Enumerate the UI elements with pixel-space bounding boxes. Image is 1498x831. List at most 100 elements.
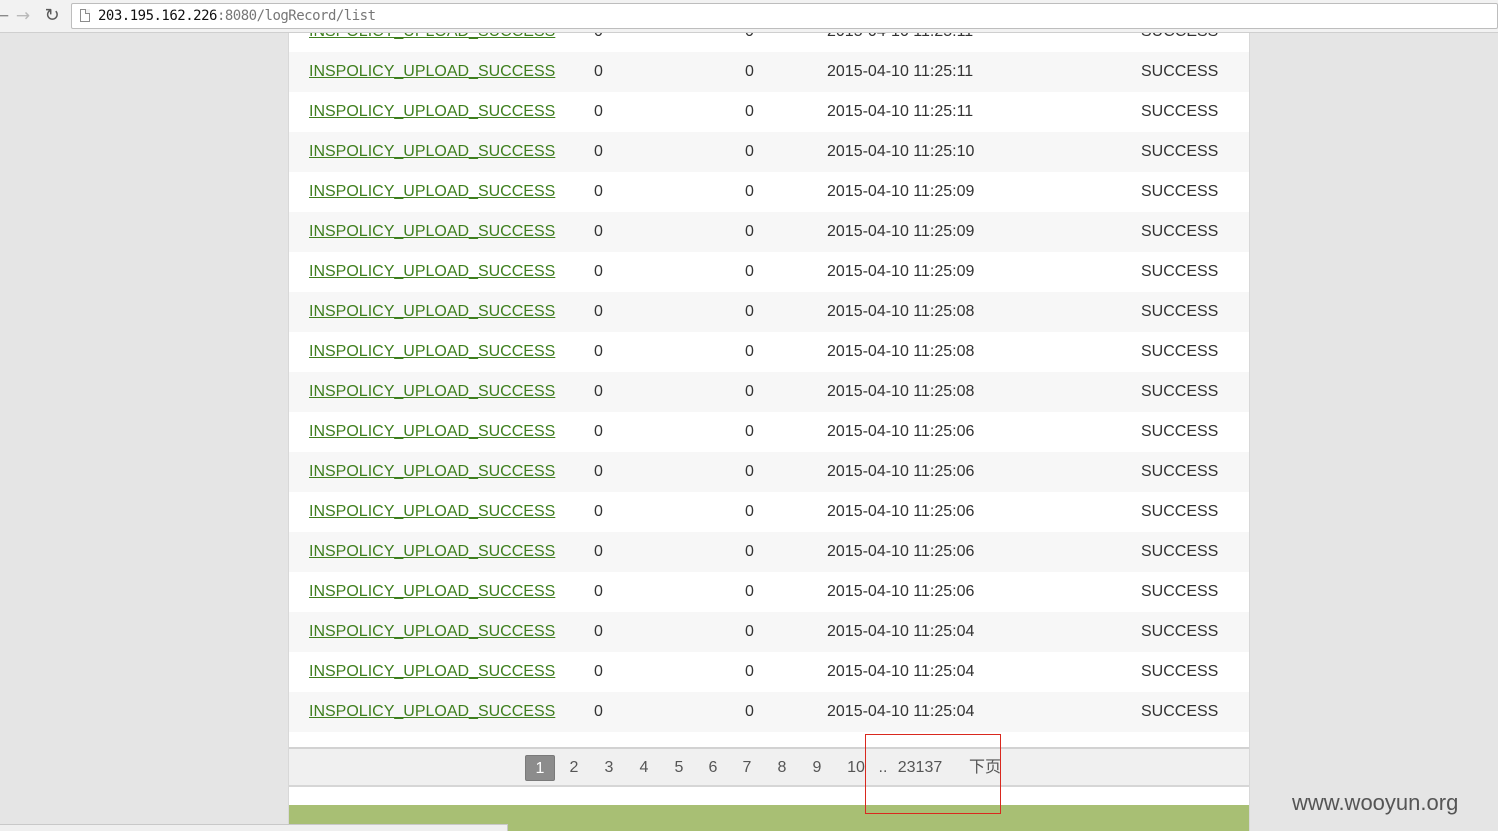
table-row: INSPOLICY_UPLOAD_SUCCESS 0 0 2015-04-10 11:… — [289, 52, 1249, 92]
log-type-link[interactable]: INSPOLICY_UPLOAD_SUCCESS — [309, 143, 555, 161]
count-b-cell: 0 — [745, 623, 754, 640]
count-b-cell: 0 — [745, 583, 754, 600]
timestamp-cell: 2015-04-10 11:25:09 — [827, 263, 975, 280]
log-type-link[interactable]: INSPOLICY_UPLOAD_SUCCESS — [309, 543, 555, 561]
page-link-1[interactable]: 1 — [525, 755, 555, 781]
table-row: INSPOLICY_UPLOAD_SUCCESS 0 0 2015-04-10 11:… — [289, 492, 1249, 532]
annotation-highlight-box — [865, 734, 1001, 814]
count-b-cell: 0 — [745, 63, 754, 80]
timestamp-cell: 2015-04-10 11:25:11 — [827, 103, 974, 120]
status-cell: SUCCESS — [1141, 423, 1219, 440]
table-row: INSPOLICY_UPLOAD_SUCCESS 0 0 2015-04-10 11:… — [289, 612, 1249, 652]
log-type-link[interactable]: INSPOLICY_UPLOAD_SUCCESS — [309, 63, 555, 81]
table-row: INSPOLICY_UPLOAD_SUCCESS 0 0 2015-04-10 11:… — [289, 132, 1249, 172]
status-cell: SUCCESS — [1141, 183, 1219, 200]
count-a-cell: 0 — [594, 183, 603, 200]
log-type-link[interactable]: INSPOLICY_UPLOAD_SUCCESS — [309, 583, 555, 601]
timestamp-cell: 2015-04-10 11:25:08 — [827, 383, 975, 400]
status-cell: SUCCESS — [1141, 503, 1219, 520]
count-a-cell: 0 — [594, 663, 603, 680]
status-cell: SUCCESS — [1141, 463, 1219, 480]
log-type-link[interactable]: INSPOLICY_UPLOAD_SUCCESS — [309, 103, 555, 121]
url-host: 203.195.162.226 — [98, 8, 217, 24]
page-icon — [80, 9, 90, 22]
table-row: INSPOLICY_UPLOAD_SUCCESS 0 0 2015-04-10 11:… — [289, 292, 1249, 332]
table-row: INSPOLICY_UPLOAD_SUCCESS 0 0 2015-04-10 11:… — [289, 92, 1249, 132]
timestamp-cell: 2015-04-10 11:25:04 — [827, 623, 975, 640]
table-row: INSPOLICY_UPLOAD_SUCCESS 0 0 2015-04-10 11:… — [289, 572, 1249, 612]
timestamp-cell: 2015-04-10 11:25:06 — [827, 503, 975, 520]
log-type-link[interactable]: INSPOLICY_UPLOAD_SUCCESS — [309, 463, 555, 481]
back-arrow-icon[interactable]: ← — [0, 6, 12, 26]
forward-arrow-icon[interactable]: → — [13, 6, 33, 26]
log-type-link[interactable]: INSPOLICY_UPLOAD_SUCCESS — [309, 223, 555, 241]
count-a-cell: 0 — [594, 463, 603, 480]
page-link-5[interactable]: 5 — [669, 755, 689, 781]
count-b-cell: 0 — [745, 463, 754, 480]
address-bar[interactable]: 203.195.162.226:8080/logRecord/list — [71, 3, 1498, 29]
count-a-cell: 0 — [594, 583, 603, 600]
timestamp-cell: 2015-04-10 11:25:08 — [827, 303, 975, 320]
watermark: www.wooyun.org — [1292, 790, 1459, 815]
page-link-3[interactable]: 3 — [599, 755, 619, 781]
count-b-cell: 0 — [745, 423, 754, 440]
count-b-cell: 0 — [745, 183, 754, 200]
page-link-4[interactable]: 4 — [634, 755, 654, 781]
status-cell: SUCCESS — [1141, 103, 1219, 120]
table-row: INSPOLICY_UPLOAD_SUCCESS 0 0 2015-04-10 11:… — [289, 692, 1249, 732]
status-cell: SUCCESS — [1141, 63, 1219, 80]
timestamp-cell: 2015-04-10 11:25:04 — [827, 663, 975, 680]
status-cell: SUCCESS — [1141, 263, 1219, 280]
status-cell: SUCCESS — [1141, 33, 1218, 41]
log-type-link[interactable]: INSPOLICY_UPLOAD_SUCCESS — [309, 623, 555, 641]
status-cell: SUCCESS — [1141, 303, 1219, 320]
timestamp-cell: 2015-04-10 11:25:06 — [827, 543, 975, 560]
browser-toolbar: ← → ↻ 203.195.162.226:8080/logRecord/lis… — [0, 0, 1498, 33]
count-a-cell: 0 — [594, 703, 603, 720]
log-type-link[interactable]: INSPOLICY_UPLOAD_SUCCESS — [309, 663, 555, 681]
count-b-cell: 0 — [745, 33, 754, 41]
timestamp-cell: 2015-04-10 11:25:11 — [827, 63, 974, 80]
count-a-cell: 0 — [594, 343, 603, 360]
log-type-link[interactable]: INSPOLICY_UPLOAD_SUCCESS — [309, 503, 555, 521]
status-cell: SUCCESS — [1141, 543, 1219, 560]
table-row: INSPOLICY_UPLOAD_SUCCESS 0 0 2015-04-10 11:… — [289, 412, 1249, 452]
count-a-cell: 0 — [594, 263, 603, 280]
status-cell: SUCCESS — [1141, 343, 1219, 360]
timestamp-cell: 2015-04-10 11:25:09 — [827, 183, 975, 200]
log-type-link[interactable]: INSPOLICY_UPLOAD_SUCCESS — [309, 343, 555, 361]
log-record-page: INSPOLICY_UPLOAD_SUCCESS 0 0 2015-04-10 11:… — [288, 33, 1250, 831]
status-cell: SUCCESS — [1141, 583, 1219, 600]
table-row: INSPOLICY_UPLOAD_SUCCESS 0 0 2015-04-10 11:… — [289, 33, 1249, 52]
count-a-cell: 0 — [594, 423, 603, 440]
page-link-6[interactable]: 6 — [703, 755, 723, 781]
count-b-cell: 0 — [745, 103, 754, 120]
page-link-2[interactable]: 2 — [564, 755, 584, 781]
count-a-cell: 0 — [594, 383, 603, 400]
log-type-link[interactable]: INSPOLICY_UPLOAD_SUCCESS — [309, 183, 555, 201]
log-type-link[interactable]: INSPOLICY_UPLOAD_SUCCESS — [309, 383, 555, 401]
url-path: :8080/logRecord/list — [216, 8, 376, 24]
count-a-cell: 0 — [594, 503, 603, 520]
page-link-7[interactable]: 7 — [737, 755, 757, 781]
log-type-link[interactable]: INSPOLICY_UPLOAD_SUCCESS — [309, 303, 555, 321]
timestamp-cell: 2015-04-10 11:25:10 — [827, 143, 975, 160]
table-row: INSPOLICY_UPLOAD_SUCCESS 0 0 2015-04-10 11:… — [289, 532, 1249, 572]
status-cell: SUCCESS — [1141, 143, 1219, 160]
log-type-link[interactable]: INSPOLICY_UPLOAD_SUCCESS — [309, 263, 555, 281]
count-b-cell: 0 — [745, 663, 754, 680]
page-link-9[interactable]: 9 — [807, 755, 827, 781]
count-a-cell: 0 — [594, 63, 603, 80]
timestamp-cell: 2015-04-10 11:25:06 — [827, 583, 975, 600]
reload-icon[interactable]: ↻ — [42, 6, 62, 26]
count-b-cell: 0 — [745, 263, 754, 280]
log-type-link[interactable]: INSPOLICY_UPLOAD_SUCCESS — [309, 423, 555, 441]
count-a-cell: 0 — [594, 543, 603, 560]
page-link-8[interactable]: 8 — [772, 755, 792, 781]
status-cell: SUCCESS — [1141, 663, 1219, 680]
log-type-link[interactable]: INSPOLICY_UPLOAD_SUCCESS — [309, 703, 555, 721]
url-text[interactable]: 203.195.162.226:8080/logRecord/list — [98, 8, 376, 24]
timestamp-cell: 2015-04-10 11:25:09 — [827, 223, 975, 240]
log-type-link[interactable]: INSPOLICY_UPLOAD_SUCCESS — [309, 33, 555, 41]
pagination: 1 2 3 4 5 6 7 8 9 10.. 23137 下页 — [289, 747, 1249, 787]
